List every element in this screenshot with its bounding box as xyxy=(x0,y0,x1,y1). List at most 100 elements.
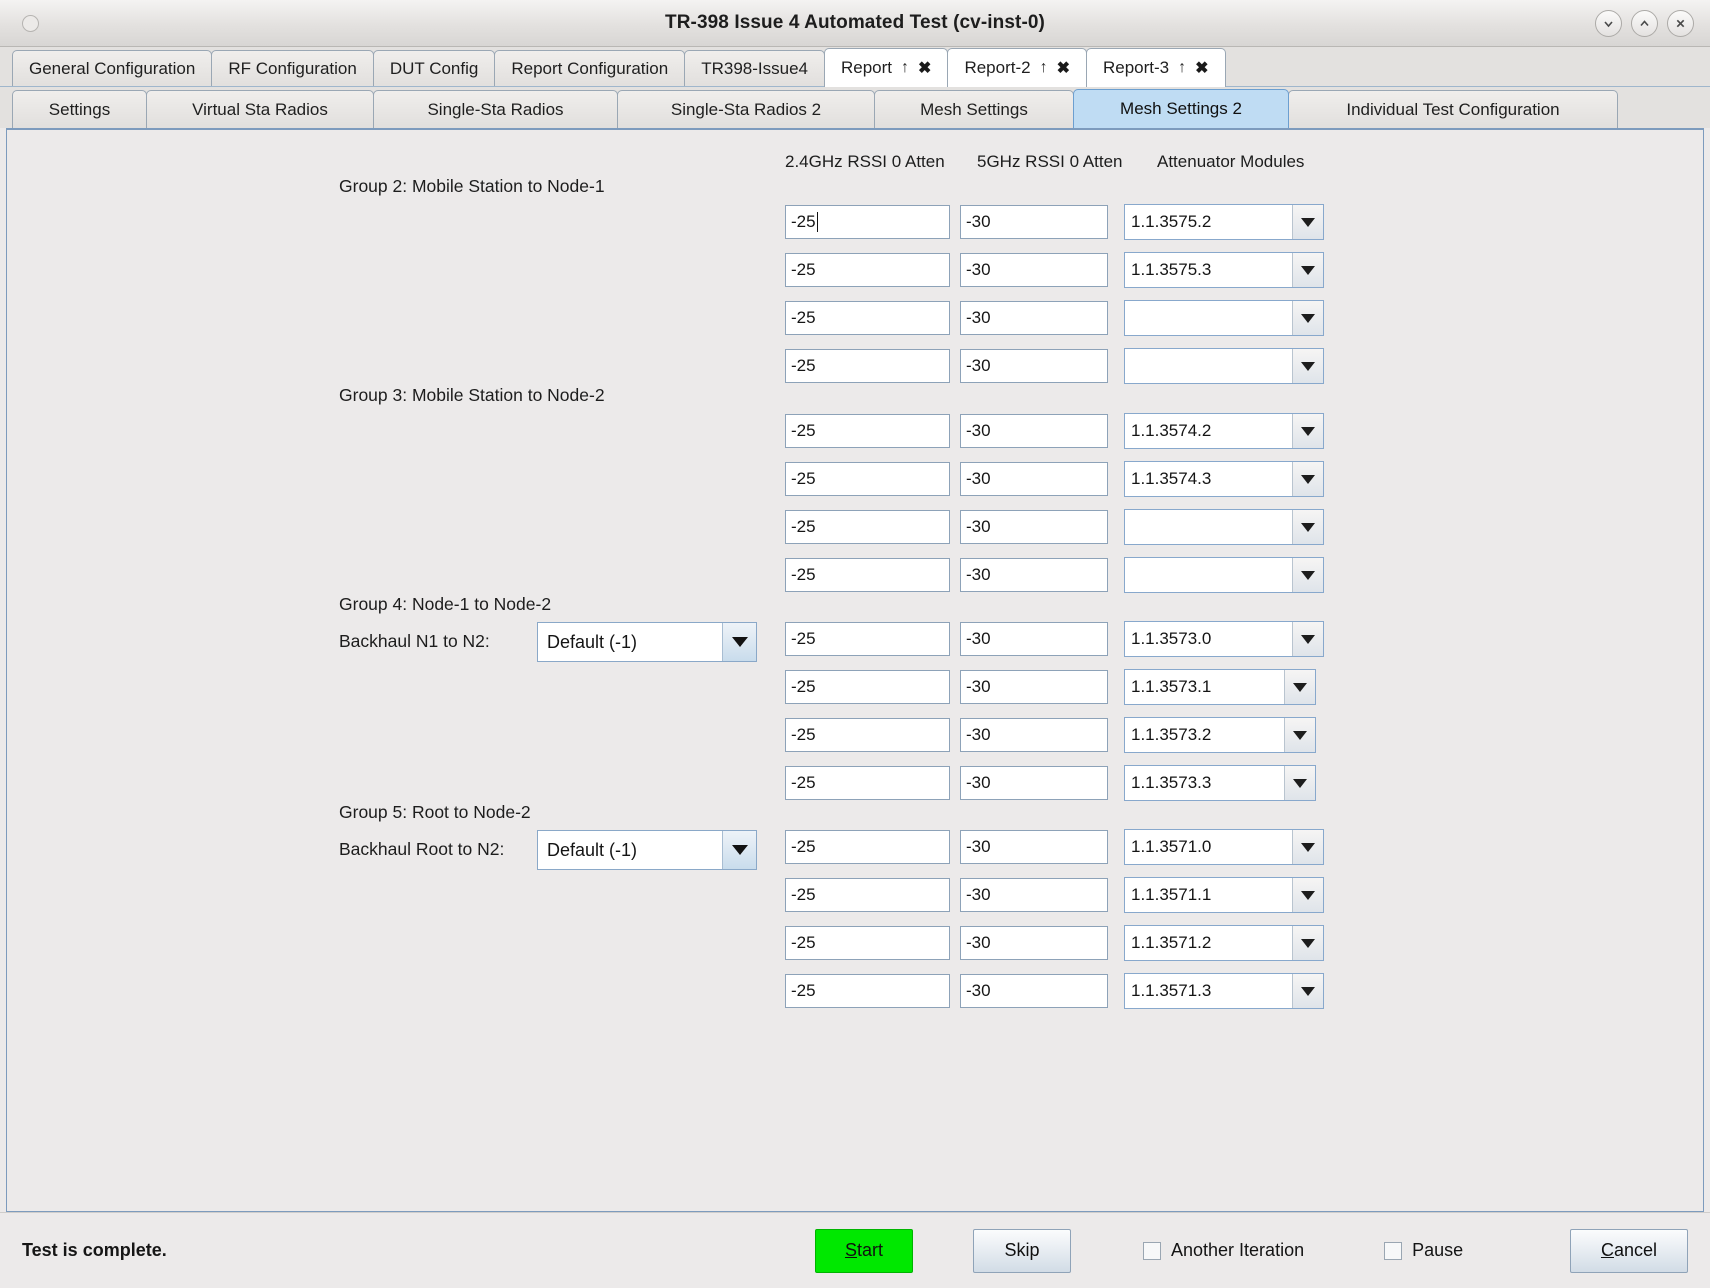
rssi-24-input[interactable]: -25 xyxy=(785,718,950,752)
chevron-down-icon[interactable] xyxy=(1292,205,1323,239)
chevron-down-icon[interactable] xyxy=(1284,718,1315,752)
attenuator-module-dropdown[interactable]: 1.1.3575.3 xyxy=(1124,252,1324,288)
pause-checkbox[interactable] xyxy=(1384,1241,1403,1260)
tab-general-configuration[interactable]: General Configuration xyxy=(12,50,213,87)
tab-report-2[interactable]: Report-2 ↑ ✖ xyxy=(947,48,1087,87)
rssi-24-input[interactable]: -25 xyxy=(785,766,950,800)
rssi-5-input[interactable]: -30 xyxy=(960,830,1108,864)
rssi-24-input[interactable]: -25 xyxy=(785,830,950,864)
rssi-5-input[interactable]: -30 xyxy=(960,926,1108,960)
another-iteration-checkbox[interactable] xyxy=(1143,1241,1161,1260)
attenuator-module-dropdown[interactable] xyxy=(1124,348,1324,384)
tab-popout-icon[interactable]: ↑ xyxy=(1040,59,1048,77)
rssi-5-input[interactable]: -30 xyxy=(960,414,1108,448)
rssi-24-input[interactable]: -25 xyxy=(785,301,950,335)
chevron-down-icon[interactable] xyxy=(1292,558,1323,592)
chevron-down-icon[interactable] xyxy=(1292,301,1323,335)
tab-close-icon[interactable]: ✖ xyxy=(1195,58,1208,78)
tab-popout-icon[interactable]: ↑ xyxy=(1178,59,1186,77)
attenuator-module-dropdown[interactable]: 1.1.3573.0 xyxy=(1124,621,1324,657)
tab-dut-config[interactable]: DUT Config xyxy=(372,50,496,87)
rssi-5-input[interactable]: -30 xyxy=(960,205,1108,239)
rssi-5-input[interactable]: -30 xyxy=(960,974,1108,1008)
tab-mesh-settings[interactable]: Mesh Settings xyxy=(874,90,1074,128)
attenuator-module-dropdown[interactable] xyxy=(1124,557,1324,593)
rssi-24-input[interactable]: -25 xyxy=(785,205,950,239)
tab-rf-configuration[interactable]: RF Configuration xyxy=(211,50,374,87)
attenuator-module-dropdown[interactable]: 1.1.3571.0 xyxy=(1124,829,1324,865)
chevron-down-icon[interactable] xyxy=(722,623,756,661)
attenuator-module-dropdown[interactable]: 1.1.3574.3 xyxy=(1124,461,1324,497)
attenuator-module-dropdown[interactable] xyxy=(1124,509,1324,545)
chevron-down-icon[interactable] xyxy=(1292,974,1323,1008)
rssi-24-input[interactable]: -25 xyxy=(785,878,950,912)
start-button[interactable]: Start xyxy=(815,1228,913,1273)
rssi-5-input[interactable]: -30 xyxy=(960,558,1108,592)
tab-virtual-sta-radios[interactable]: Virtual Sta Radios xyxy=(146,90,374,128)
chevron-down-icon[interactable] xyxy=(1292,349,1323,383)
rssi-24-input[interactable]: -25 xyxy=(785,510,950,544)
window-menu-icon[interactable] xyxy=(0,14,60,32)
attenuator-module-dropdown[interactable]: 1.1.3571.2 xyxy=(1124,925,1324,961)
rssi-5-input[interactable]: -30 xyxy=(960,462,1108,496)
rssi-24-input[interactable]: -25 xyxy=(785,253,950,287)
chevron-down-icon[interactable] xyxy=(1292,414,1323,448)
rssi-24-input[interactable]: -25 xyxy=(785,349,950,383)
tab-report-configuration[interactable]: Report Configuration xyxy=(494,50,686,87)
attenuator-module-dropdown[interactable]: 1.1.3573.2 xyxy=(1124,717,1316,753)
chevron-down-icon[interactable] xyxy=(1292,510,1323,544)
minimize-button[interactable] xyxy=(1595,9,1622,37)
attenuator-module-dropdown[interactable]: 1.1.3575.2 xyxy=(1124,204,1324,240)
close-button[interactable] xyxy=(1667,9,1694,37)
tab-single-sta-radios-2[interactable]: Single-Sta Radios 2 xyxy=(617,90,875,128)
chevron-down-icon[interactable] xyxy=(1292,878,1323,912)
rssi-5-input[interactable]: -30 xyxy=(960,622,1108,656)
rssi-24-input[interactable]: -25 xyxy=(785,926,950,960)
rssi-24-input[interactable]: -25 xyxy=(785,462,950,496)
tab-close-icon[interactable]: ✖ xyxy=(918,58,931,78)
attenuator-module-dropdown[interactable] xyxy=(1124,300,1324,336)
tab-tr398-issue4[interactable]: TR398-Issue4 xyxy=(684,50,825,87)
tab-report[interactable]: Report ↑ ✖ xyxy=(824,48,949,87)
backhaul-n1-n2-dropdown[interactable]: Default (-1) xyxy=(537,622,757,662)
rssi-5-input[interactable]: -30 xyxy=(960,510,1108,544)
tab-single-sta-radios[interactable]: Single-Sta Radios xyxy=(373,90,618,128)
backhaul-root-n2-dropdown[interactable]: Default (-1) xyxy=(537,830,757,870)
chevron-down-icon[interactable] xyxy=(1292,622,1323,656)
tab-report-3[interactable]: Report-3 ↑ ✖ xyxy=(1085,48,1226,87)
cancel-button[interactable]: Cancel xyxy=(1570,1228,1688,1273)
rssi-24-input[interactable]: -25 xyxy=(785,622,950,656)
attenuator-module-dropdown[interactable]: 1.1.3573.1 xyxy=(1124,669,1316,705)
tab-individual-test-configuration[interactable]: Individual Test Configuration xyxy=(1288,90,1618,128)
chevron-down-icon[interactable] xyxy=(1292,462,1323,496)
rssi-5-input[interactable]: -30 xyxy=(960,253,1108,287)
rssi-5-input[interactable]: -30 xyxy=(960,718,1108,752)
tab-mesh-settings-2[interactable]: Mesh Settings 2 xyxy=(1073,89,1289,128)
chevron-down-icon[interactable] xyxy=(1284,766,1315,800)
rssi-5-input[interactable]: -30 xyxy=(960,766,1108,800)
chevron-down-icon[interactable] xyxy=(1292,830,1323,864)
rssi-5-input[interactable]: -30 xyxy=(960,878,1108,912)
tab-popout-icon[interactable]: ↑ xyxy=(901,59,909,77)
attenuator-module-dropdown[interactable]: 1.1.3571.3 xyxy=(1124,973,1324,1009)
rssi-24-input[interactable]: -25 xyxy=(785,414,950,448)
pause-checkbox-wrap[interactable]: Pause xyxy=(1384,1240,1463,1261)
rssi-24-input[interactable]: -25 xyxy=(785,974,950,1008)
rssi-5-input[interactable]: -30 xyxy=(960,301,1108,335)
another-iteration-checkbox-wrap[interactable]: Another Iteration xyxy=(1143,1240,1304,1261)
chevron-down-icon[interactable] xyxy=(1284,670,1315,704)
rssi-5-input[interactable]: -30 xyxy=(960,670,1108,704)
tab-settings[interactable]: Settings xyxy=(12,90,147,128)
chevron-down-icon[interactable] xyxy=(1292,926,1323,960)
tab-close-icon[interactable]: ✖ xyxy=(1057,58,1070,78)
attenuator-module-dropdown[interactable]: 1.1.3574.2 xyxy=(1124,413,1324,449)
rssi-24-input[interactable]: -25 xyxy=(785,558,950,592)
attenuator-module-dropdown[interactable]: 1.1.3571.1 xyxy=(1124,877,1324,913)
skip-button[interactable]: Skip xyxy=(973,1228,1071,1273)
attenuator-module-dropdown[interactable]: 1.1.3573.3 xyxy=(1124,765,1316,801)
chevron-down-icon[interactable] xyxy=(722,831,756,869)
rssi-5-input[interactable]: -30 xyxy=(960,349,1108,383)
rssi-24-input[interactable]: -25 xyxy=(785,670,950,704)
maximize-button[interactable] xyxy=(1631,9,1658,37)
chevron-down-icon[interactable] xyxy=(1292,253,1323,287)
